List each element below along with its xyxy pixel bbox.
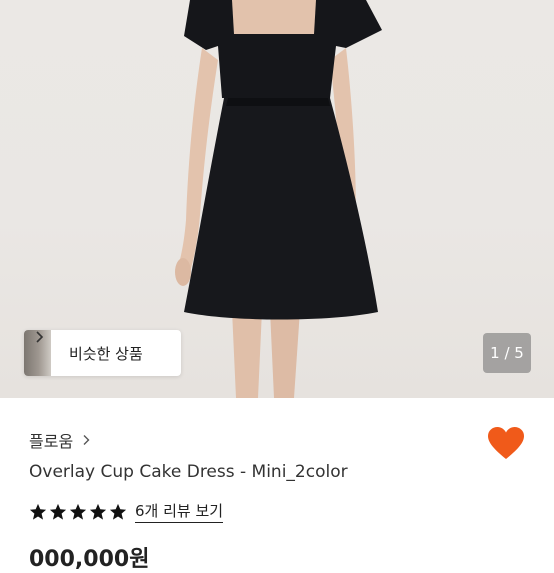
product-image[interactable]: 비슷한 상품 1 / 5 — [0, 0, 554, 398]
chevron-right-icon — [83, 435, 90, 445]
rating-row: 6개 리뷰 보기 — [29, 500, 224, 523]
star-icon — [89, 503, 107, 520]
star-icon — [69, 503, 87, 520]
brand-link[interactable]: 플로움 — [29, 428, 92, 452]
similar-products-label: 비슷한 상품 — [69, 344, 143, 363]
similar-products-button[interactable]: 비슷한 상품 — [24, 330, 181, 376]
price: 000,000원 — [29, 547, 150, 572]
heart-icon[interactable] — [487, 426, 525, 460]
chevron-right-icon — [36, 331, 44, 343]
star-rating — [29, 503, 129, 521]
product-title: Overlay Cup Cake Dress - Mini_2color — [29, 462, 348, 482]
star-icon — [109, 503, 127, 520]
star-icon — [49, 503, 67, 520]
review-link[interactable]: 6개 리뷰 보기 — [135, 500, 224, 523]
star-icon — [29, 503, 47, 520]
brand-name: 플로움 — [29, 432, 74, 451]
image-counter: 1 / 5 — [483, 333, 531, 373]
